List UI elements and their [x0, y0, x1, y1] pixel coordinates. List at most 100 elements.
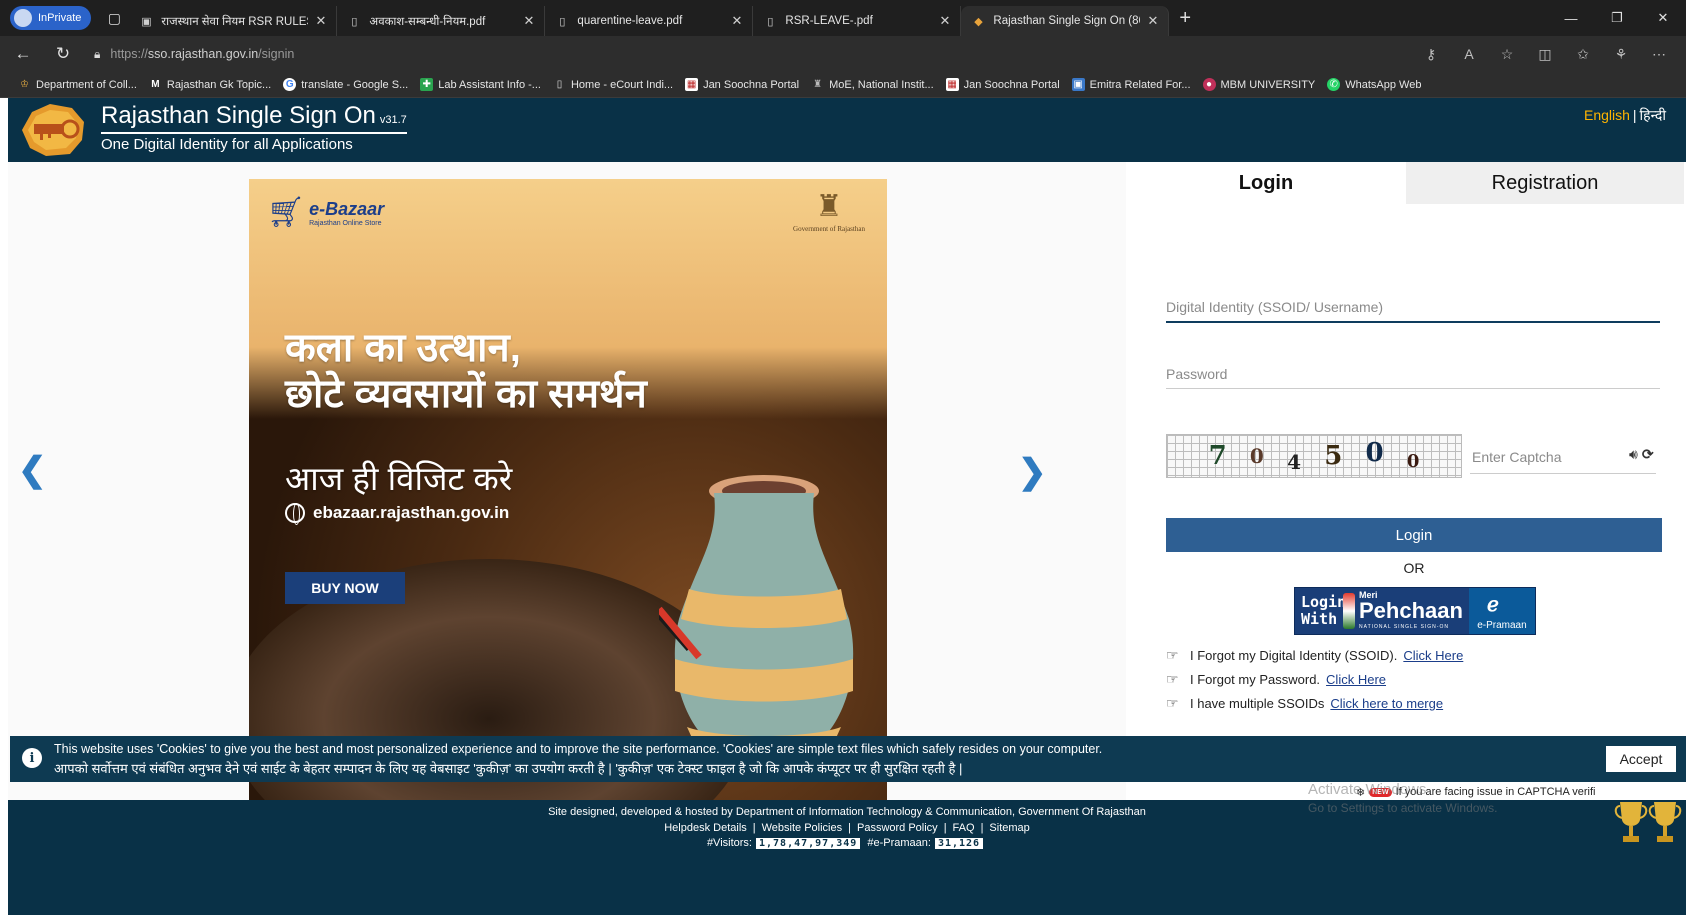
bookmark-item[interactable]: ▯ Home - eCourt Indi... [553, 78, 673, 91]
bookmark-item[interactable]: M Rajasthan Gk Topic... [149, 78, 271, 91]
bookmark-item[interactable]: ▦ Jan Soochna Portal [945, 78, 1060, 91]
trophy-icon [1614, 802, 1648, 842]
bookmark-item[interactable]: ▦ Jan Soochna Portal [685, 78, 799, 91]
password-field[interactable]: Password [1166, 359, 1660, 389]
faq-link[interactable]: FAQ [953, 822, 975, 834]
close-window-icon[interactable]: ✕ [1640, 0, 1686, 36]
close-icon[interactable]: ✕ [940, 13, 951, 29]
tab-login[interactable]: Login [1126, 162, 1406, 204]
close-icon[interactable]: ✕ [732, 13, 743, 29]
document-icon: ▣ [141, 15, 152, 28]
government-emblem: ♜ Government of Rajasthan [789, 189, 869, 233]
forgot-password-link[interactable]: Click Here [1326, 672, 1386, 687]
bookmark-item[interactable]: ● MBM UNIVERSITY [1202, 78, 1316, 91]
buy-now-button[interactable]: BUY NOW [285, 572, 405, 604]
accept-cookies-button[interactable]: Accept [1606, 746, 1676, 772]
close-icon[interactable]: ✕ [524, 13, 535, 29]
tab-label: राजस्थान सेवा नियम RSR RULES • R [161, 15, 307, 28]
epramaan-logo: ℯ e-Pramaan [1468, 588, 1535, 634]
browser-tab[interactable]: ▯ quarentine-leave.pdf ✕ [545, 6, 754, 36]
windows-watermark-title: Activate Windows [1308, 781, 1427, 798]
forgot-password-row: ☞ I Forgot my Password. Click Here [1166, 671, 1386, 688]
new-tab-icon[interactable]: + [1179, 7, 1191, 30]
speaker-icon[interactable]: 🔊︎ [1629, 446, 1638, 463]
sitemap-link[interactable]: Sitemap [989, 822, 1029, 834]
google-icon: G [283, 78, 297, 91]
website-policies-link[interactable]: Website Policies [762, 822, 843, 834]
address-bar: ← ↻ 🔒︎ https://sso.rajasthan.gov.in/sign… [0, 36, 1686, 72]
banner-headline: कला का उत्थान, छोटे व्यवसायों का समर्थन [285, 325, 647, 417]
close-icon[interactable]: ✕ [1148, 13, 1159, 29]
captcha-digit: 0 [1249, 444, 1264, 468]
help-text: I Forgot my Digital Identity (SSOID). [1190, 648, 1398, 663]
lang-hindi-link[interactable]: हिन्दी [1640, 107, 1666, 123]
bookmark-item[interactable]: ✚ Lab Assistant Info -... [420, 78, 541, 91]
url-host: sso.rajasthan.gov.in [147, 47, 259, 61]
bookmark-favicon-icon: ♔ [20, 79, 29, 90]
pointing-hand-icon: ☞ [1166, 695, 1179, 711]
banner-website-url: ebazaar.rajasthan.gov.in [313, 503, 510, 522]
site-icon: ◆ [974, 15, 983, 28]
key-icon[interactable]: ⚷ [1414, 40, 1448, 68]
split-screen-icon[interactable]: ◫ [1528, 40, 1562, 68]
minimize-icon[interactable]: — [1548, 0, 1594, 36]
banner-carousel: ❮ ❯ 🛒︎ e-Bazaar Rajasthan Online Store ♜… [8, 162, 1126, 802]
pdf-icon: ▯ [559, 15, 566, 28]
forgot-ssoid-link[interactable]: Click Here [1403, 648, 1463, 663]
bookmark-label: Jan Soochna Portal [703, 78, 800, 91]
visitors-label: #Visitors: [706, 837, 752, 849]
carousel-next-icon[interactable]: ❯ [1018, 452, 1047, 492]
url-field[interactable]: 🔒︎ https://sso.rajasthan.gov.in/signin [94, 40, 1414, 68]
browser-tab[interactable]: ▣ राजस्थान सेवा नियम RSR RULES • R ✕ [129, 6, 338, 36]
back-icon[interactable]: ← [6, 39, 40, 69]
bookmark-item[interactable]: ♔ Department of Coll... [18, 78, 137, 91]
extensions-icon[interactable]: ⚘ [1604, 40, 1638, 68]
visitors-count: 1,78,47,97,349 [755, 838, 861, 849]
browser-tab[interactable]: ▯ अवकाश-सम्बन्धी-नियम.pdf ✕ [337, 6, 546, 36]
refresh-captcha-icon[interactable]: ⟳ [1642, 446, 1654, 463]
url-text: https://sso.rajasthan.gov.in/signin [110, 47, 294, 61]
ssoid-field[interactable]: Digital Identity (SSOID/ Username) [1166, 293, 1660, 323]
tab-actions-icon[interactable]: ▢ [99, 6, 129, 30]
favorites-icon[interactable]: ✩ [1566, 40, 1600, 68]
restore-icon[interactable]: ❐ [1594, 0, 1640, 36]
captcha-digit: 5 [1324, 441, 1343, 471]
inprivate-label: InPrivate [38, 12, 82, 24]
ebazaar-banner[interactable]: 🛒︎ e-Bazaar Rajasthan Online Store ♜ Gove… [249, 179, 887, 802]
bookmark-label: MBM UNIVERSITY [1220, 78, 1316, 91]
bookmark-item[interactable]: Gtranslate - Google S... [283, 78, 408, 91]
meri-pehchaan-login-button[interactable]: Login With Meri Pehchaan NATIONAL SINGLE… [1294, 587, 1536, 635]
lang-english-link[interactable]: English [1584, 107, 1630, 123]
lock-icon: 🔒︎ [94, 46, 101, 61]
bookmark-item[interactable]: ✆ WhatsApp Web [1327, 78, 1421, 91]
pointing-hand-icon: ☞ [1166, 671, 1179, 687]
merge-ssoid-link[interactable]: Click here to merge [1330, 696, 1443, 711]
bookmark-item[interactable]: ▣ Emitra Related For... [1071, 78, 1191, 91]
more-menu-icon[interactable]: ⋯ [1642, 40, 1676, 68]
browser-tab[interactable]: ▯ RSR-LEAVE-.pdf ✕ [753, 6, 962, 36]
captcha-digit: 4 [1287, 450, 1301, 474]
site-title-text: Rajasthan Single Sign On [101, 102, 376, 129]
password-policy-link[interactable]: Password Policy [857, 822, 938, 834]
bookmark-favicon-icon: ✚ [420, 78, 434, 91]
bookmark-item[interactable]: ♜ MoE, National Instit... [811, 78, 934, 91]
helpdesk-link[interactable]: Helpdesk Details [664, 822, 747, 834]
refresh-icon[interactable]: ↻ [46, 39, 80, 69]
read-aloud-icon[interactable]: A [1452, 40, 1486, 68]
browser-window: InPrivate ▢ ▣ राजस्थान सेवा नियम RSR RUL… [0, 0, 1686, 915]
tab-registration[interactable]: Registration [1406, 162, 1684, 204]
site-header: Rajasthan Single Sign On v31.7 One Digita… [8, 98, 1686, 162]
favorite-star-icon[interactable]: ☆ [1490, 40, 1524, 68]
login-button[interactable]: Login [1166, 518, 1662, 552]
site-footer: Site designed, developed & hosted by Dep… [8, 800, 1686, 915]
close-icon[interactable]: ✕ [316, 13, 327, 29]
tab-label: अवकाश-सम्बन्धी-नियम.pdf [369, 15, 486, 28]
cookie-banner: i This website uses 'Cookies' to give yo… [10, 736, 1686, 782]
mp-login-with: Login With [1301, 593, 1347, 628]
inprivate-badge[interactable]: InPrivate [10, 6, 92, 30]
carousel-prev-icon[interactable]: ❮ [18, 450, 47, 490]
document-icon: ▯ [556, 79, 563, 90]
browser-tab-active[interactable]: ◆ Rajasthan Single Sign On (86) ✕ [961, 6, 1170, 36]
login-panel: Login Registration Digital Identity (SSO… [1126, 162, 1686, 802]
captcha-image: 7 0 4 5 0 0 [1166, 434, 1462, 478]
